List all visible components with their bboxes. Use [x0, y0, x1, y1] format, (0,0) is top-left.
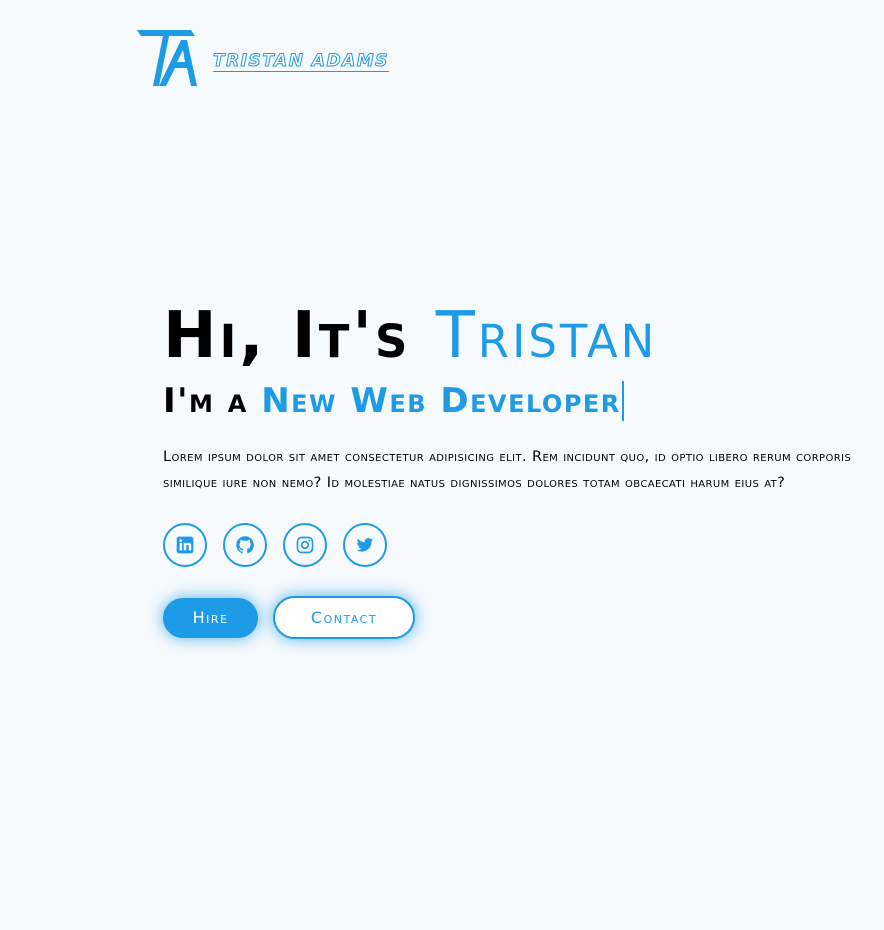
linkedin-link[interactable]: [163, 523, 207, 567]
hero-title-name: Tristan: [435, 299, 658, 373]
typed-role-text: New Web Developer: [261, 381, 624, 421]
hero-title-lead: Hi, It's: [163, 299, 436, 373]
hero-title: Hi, It's Tristan: [163, 298, 863, 374]
social-links: [163, 523, 863, 567]
github-link[interactable]: [223, 523, 267, 567]
hero-section: Hi, It's Tristan I'm a New Web Developer…: [163, 298, 863, 639]
logo-text: Tristan Adams: [213, 51, 389, 72]
hero-subtitle-lead: I'm a: [163, 381, 262, 421]
instagram-link[interactable]: [283, 523, 327, 567]
hero-subtitle: I'm a New Web Developer: [163, 378, 863, 424]
logo-monogram-icon: [137, 30, 197, 86]
linkedin-icon: [176, 536, 194, 554]
logo[interactable]: Tristan Adams: [135, 28, 389, 88]
hero-description: Lorem ipsum dolor sit amet consectetur a…: [163, 449, 852, 491]
twitter-icon: [356, 538, 374, 552]
github-icon: [236, 536, 254, 554]
twitter-link[interactable]: [343, 523, 387, 567]
contact-button[interactable]: Contact: [273, 596, 415, 639]
instagram-icon: [296, 536, 314, 554]
hire-button[interactable]: Hire: [163, 597, 258, 638]
hero-actions: Hire Contact: [163, 596, 863, 639]
